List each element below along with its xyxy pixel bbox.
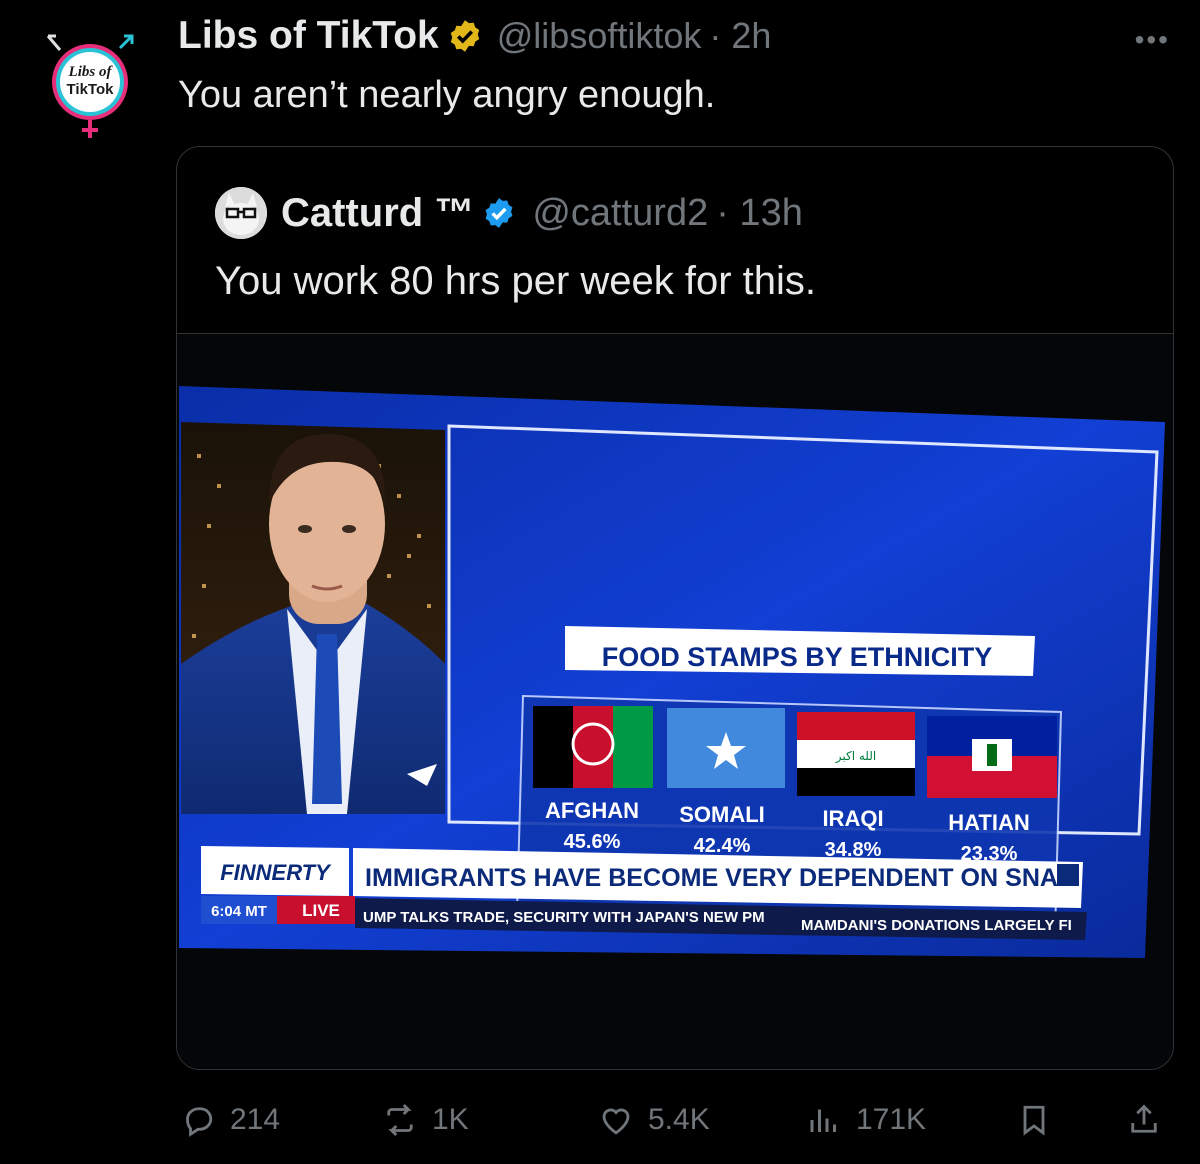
flag-afghan: [533, 706, 653, 788]
quoted-tweet[interactable]: Catturd ™ @catturd2 · 13h You work 80 hr…: [176, 146, 1174, 1070]
flag-script: الله اكبر: [835, 749, 877, 764]
verified-badge-icon: [450, 20, 479, 52]
tv-screen-photo: FOOD STAMPS BY ETHNICITY الله اكبر AFGHA…: [179, 386, 1165, 958]
avatar-text: TikTok: [67, 81, 115, 98]
bookmark-icon: [1023, 1105, 1045, 1136]
reply-button[interactable]: 214: [180, 1102, 280, 1138]
heart-icon: [602, 1108, 630, 1135]
quote-author-name[interactable]: Catturd ™: [281, 191, 474, 236]
quote-author-avatar[interactable]: [215, 187, 267, 239]
share-icon: [1131, 1104, 1157, 1133]
ticker-1: UMP TALKS TRADE, SECURITY WITH JAPAN'S N…: [363, 909, 765, 926]
quote-author-handle[interactable]: @catturd2: [532, 192, 708, 235]
quote-header: Catturd ™ @catturd2 · 13h: [215, 187, 803, 239]
repost-icon: [387, 1103, 413, 1137]
tv-time: 6:04 MT: [211, 903, 267, 920]
quote-text: You work 80 hrs per week for this.: [215, 259, 817, 303]
author-avatar[interactable]: Libs of TikTok: [40, 30, 148, 142]
value-afghan: 45.6%: [564, 831, 621, 853]
tweet-text: You aren’t nearly angry enough.: [178, 74, 716, 116]
like-button[interactable]: 5.4K: [598, 1102, 710, 1138]
tweet-time[interactable]: · 2h: [709, 15, 771, 57]
repost-button[interactable]: 1K: [382, 1102, 469, 1138]
author-handle[interactable]: @libsoftiktok: [497, 15, 702, 57]
flag-haitian: [927, 716, 1057, 798]
verified-badge-icon: [485, 198, 513, 228]
graphic-title: FOOD STAMPS BY ETHNICITY: [602, 642, 993, 672]
value-somali: 42.4%: [694, 835, 751, 857]
author-name[interactable]: Libs of TikTok: [178, 14, 439, 58]
label-iraqi: IRAQI: [822, 806, 883, 831]
like-count: 5.4K: [648, 1103, 710, 1136]
views-button[interactable]: 171K: [806, 1102, 926, 1138]
tweet-header: Libs of TikTok @libsoftiktok · 2h: [178, 14, 771, 58]
ticker-2: MAMDANI'S DONATIONS LARGELY FI: [801, 917, 1072, 934]
tv-live-label: LIVE: [302, 901, 340, 920]
label-hatian: HATIAN: [948, 810, 1029, 835]
label-somali: SOMALI: [679, 802, 765, 827]
share-button[interactable]: [1126, 1102, 1162, 1138]
quote-time: · 13h: [716, 191, 803, 234]
headline: IMMIGRANTS HAVE BECOME VERY DEPENDENT ON…: [365, 864, 1065, 892]
bookmark-button[interactable]: [1016, 1102, 1052, 1138]
reply-count: 214: [230, 1103, 281, 1136]
show-name: FINNERTY: [220, 860, 332, 885]
quote-media-image[interactable]: FOOD STAMPS BY ETHNICITY الله اكبر AFGHA…: [177, 334, 1173, 1069]
view-count: 171K: [856, 1103, 927, 1136]
avatar-text: Libs of: [68, 64, 114, 80]
more-options-icon[interactable]: •••: [1135, 24, 1170, 56]
tweet-actions: 214 1K 5.4K 171K: [176, 1090, 1174, 1150]
flag-iraqi: الله اكبر: [797, 712, 915, 796]
flag-somali: [667, 708, 785, 788]
label-afghan: AFGHAN: [545, 798, 639, 823]
repost-count: 1K: [432, 1103, 469, 1136]
views-chart-icon: [810, 1109, 836, 1132]
reply-icon: [186, 1107, 213, 1137]
